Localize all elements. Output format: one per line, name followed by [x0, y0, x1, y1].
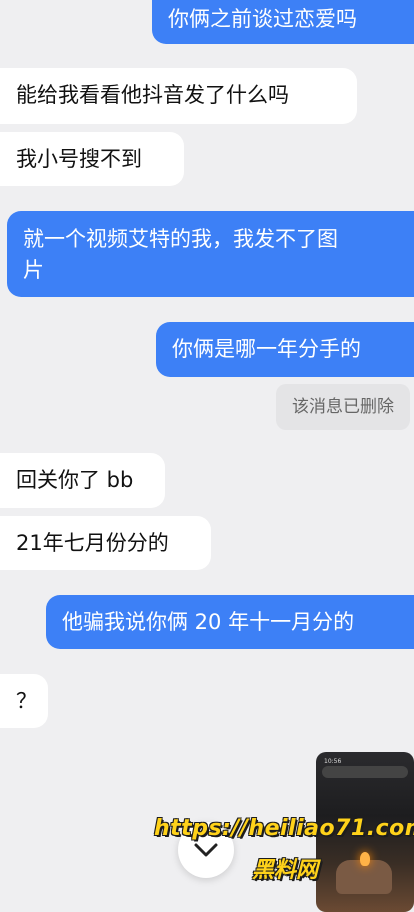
- message-text: 他骗我说你俩 20 年十一月分的: [62, 610, 355, 634]
- message-text: 我小号搜不到: [16, 147, 142, 171]
- outgoing-message[interactable]: 你俩是哪一年分手的: [156, 322, 414, 377]
- candle-flame-image: [360, 852, 370, 866]
- incoming-message[interactable]: 我小号搜不到: [0, 132, 184, 186]
- outgoing-message[interactable]: 他骗我说你俩 20 年十一月分的: [46, 595, 414, 649]
- message-text: 21年七月份分的: [16, 531, 169, 555]
- message-text: 你俩是哪一年分手的: [172, 337, 361, 361]
- chevron-down-icon: [194, 843, 218, 857]
- message-text-line: 就一个视频艾特的我，我发不了图: [23, 227, 338, 251]
- outgoing-message[interactable]: 就一个视频艾特的我，我发不了图 片: [7, 211, 414, 297]
- incoming-message[interactable]: ？: [0, 674, 48, 728]
- message-text: 回关你了 bb: [16, 468, 134, 492]
- deleted-message-notice: 该消息已删除: [276, 384, 410, 430]
- incoming-message[interactable]: 能给我看看他抖音发了什么吗: [0, 68, 357, 124]
- watermark-name: 黑料网: [252, 858, 319, 883]
- message-text: 你俩之前谈过恋爱吗: [168, 7, 357, 31]
- message-text: 能给我看看他抖音发了什么吗: [16, 83, 289, 107]
- message-text: ？: [16, 689, 37, 713]
- incoming-message[interactable]: 21年七月份分的: [0, 516, 211, 570]
- watermark-url: https://heiliao71.com: [154, 816, 414, 841]
- message-text-line: 片: [23, 258, 44, 282]
- thumbnail-search-bar: [322, 766, 408, 778]
- thumbnail-status-time: 10:56: [324, 758, 342, 765]
- incoming-message[interactable]: 回关你了 bb: [0, 453, 165, 508]
- outgoing-message[interactable]: 你俩之前谈过恋爱吗: [152, 0, 414, 44]
